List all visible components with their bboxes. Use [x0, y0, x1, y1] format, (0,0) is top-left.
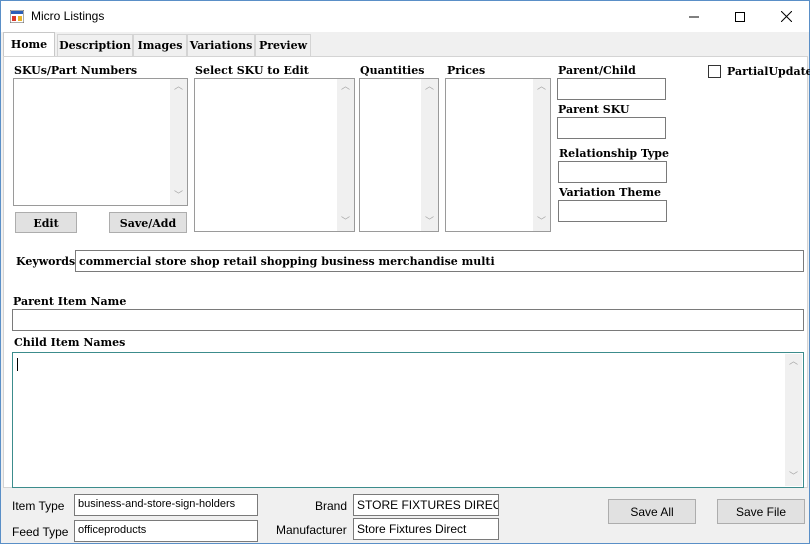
parent-item-name-label: Parent Item Name — [13, 295, 127, 308]
minimize-button[interactable] — [671, 1, 717, 32]
select-sku-listbox[interactable]: ︿ ﹀ — [194, 78, 355, 232]
keywords-label: Keywords — [16, 255, 76, 268]
close-button[interactable] — [763, 1, 809, 32]
variation-theme-label: Variation Theme — [559, 186, 661, 199]
parent-child-label: Parent/Child — [558, 64, 636, 77]
tab-preview[interactable]: Preview — [255, 34, 311, 56]
chevron-up-icon[interactable]: ︿ — [785, 354, 802, 371]
app-window-icon — [10, 10, 24, 23]
select-sku-label: Select SKU to Edit — [195, 64, 309, 77]
tab-description[interactable]: Description — [57, 34, 133, 56]
parent-item-name-field[interactable] — [12, 309, 804, 331]
child-item-names-textarea[interactable]: ︿ ﹀ — [12, 352, 804, 488]
edit-button[interactable]: Edit — [15, 212, 77, 233]
variation-theme-field[interactable] — [558, 200, 667, 222]
chevron-up-icon[interactable]: ︿ — [533, 79, 550, 96]
close-icon — [780, 11, 792, 22]
home-panel: SKUs/Part Numbers Select SKU to Edit Qua… — [3, 56, 810, 488]
manufacturer-label: Manufacturer — [276, 523, 347, 537]
text-caret — [17, 358, 18, 371]
prices-scrollbar[interactable]: ︿ ﹀ — [533, 79, 550, 231]
app-window: Micro Listings Home Description Images V… — [0, 0, 810, 544]
save-add-button[interactable]: Save/Add — [109, 212, 187, 233]
brand-field[interactable]: STORE FIXTURES DIRECT — [353, 494, 499, 516]
chevron-up-icon[interactable]: ︿ — [170, 79, 187, 96]
select-sku-scrollbar[interactable]: ︿ ﹀ — [337, 79, 354, 231]
skus-label: SKUs/Part Numbers — [14, 64, 138, 77]
save-file-button[interactable]: Save File — [717, 499, 805, 524]
skus-listbox[interactable]: ︿ ﹀ — [13, 78, 188, 206]
skus-scrollbar[interactable]: ︿ ﹀ — [170, 79, 187, 205]
chevron-up-icon[interactable]: ︿ — [337, 79, 354, 96]
relationship-type-label: Relationship Type — [559, 147, 669, 160]
prices-listbox[interactable]: ︿ ﹀ — [445, 78, 551, 232]
tab-home[interactable]: Home — [3, 32, 55, 56]
quantities-listbox[interactable]: ︿ ﹀ — [359, 78, 439, 232]
chevron-down-icon[interactable]: ﹀ — [337, 214, 354, 231]
window-title: Micro Listings — [31, 9, 105, 23]
chevron-down-icon[interactable]: ﹀ — [533, 214, 550, 231]
chevron-down-icon[interactable]: ﹀ — [170, 188, 187, 205]
parent-child-field[interactable] — [557, 78, 666, 100]
item-type-label: Item Type — [12, 499, 65, 513]
parent-sku-label: Parent SKU — [558, 103, 630, 116]
relationship-type-field[interactable] — [558, 161, 667, 183]
chevron-down-icon[interactable]: ﹀ — [421, 214, 438, 231]
manufacturer-field[interactable]: Store Fixtures Direct — [353, 518, 499, 540]
parent-sku-field[interactable] — [557, 117, 666, 139]
chevron-up-icon[interactable]: ︿ — [421, 79, 438, 96]
feed-type-label: Feed Type — [12, 525, 69, 539]
maximize-button[interactable] — [717, 1, 763, 32]
child-item-names-scrollbar[interactable]: ︿ ﹀ — [785, 354, 802, 486]
child-item-names-label: Child Item Names — [14, 336, 126, 349]
title-bar: Micro Listings — [1, 1, 809, 32]
prices-label: Prices — [447, 64, 486, 77]
chevron-down-icon[interactable]: ﹀ — [785, 469, 802, 486]
tab-variations[interactable]: Variations — [187, 34, 255, 56]
tab-images[interactable]: Images — [133, 34, 187, 56]
brand-label: Brand — [315, 499, 348, 513]
feed-type-field[interactable]: officeproducts — [74, 520, 258, 542]
maximize-icon — [735, 11, 745, 22]
quantities-label: Quantities — [360, 64, 425, 77]
item-type-field[interactable]: business-and-store-sign-holders — [74, 494, 258, 516]
keywords-field[interactable]: commercial store shop retail shopping bu… — [75, 250, 804, 272]
partial-update-label: PartialUpdate — [727, 65, 810, 78]
save-all-button[interactable]: Save All — [608, 499, 696, 524]
quantities-scrollbar[interactable]: ︿ ﹀ — [421, 79, 438, 231]
partial-update-checkbox[interactable] — [708, 65, 721, 78]
minimize-icon — [689, 16, 699, 17]
